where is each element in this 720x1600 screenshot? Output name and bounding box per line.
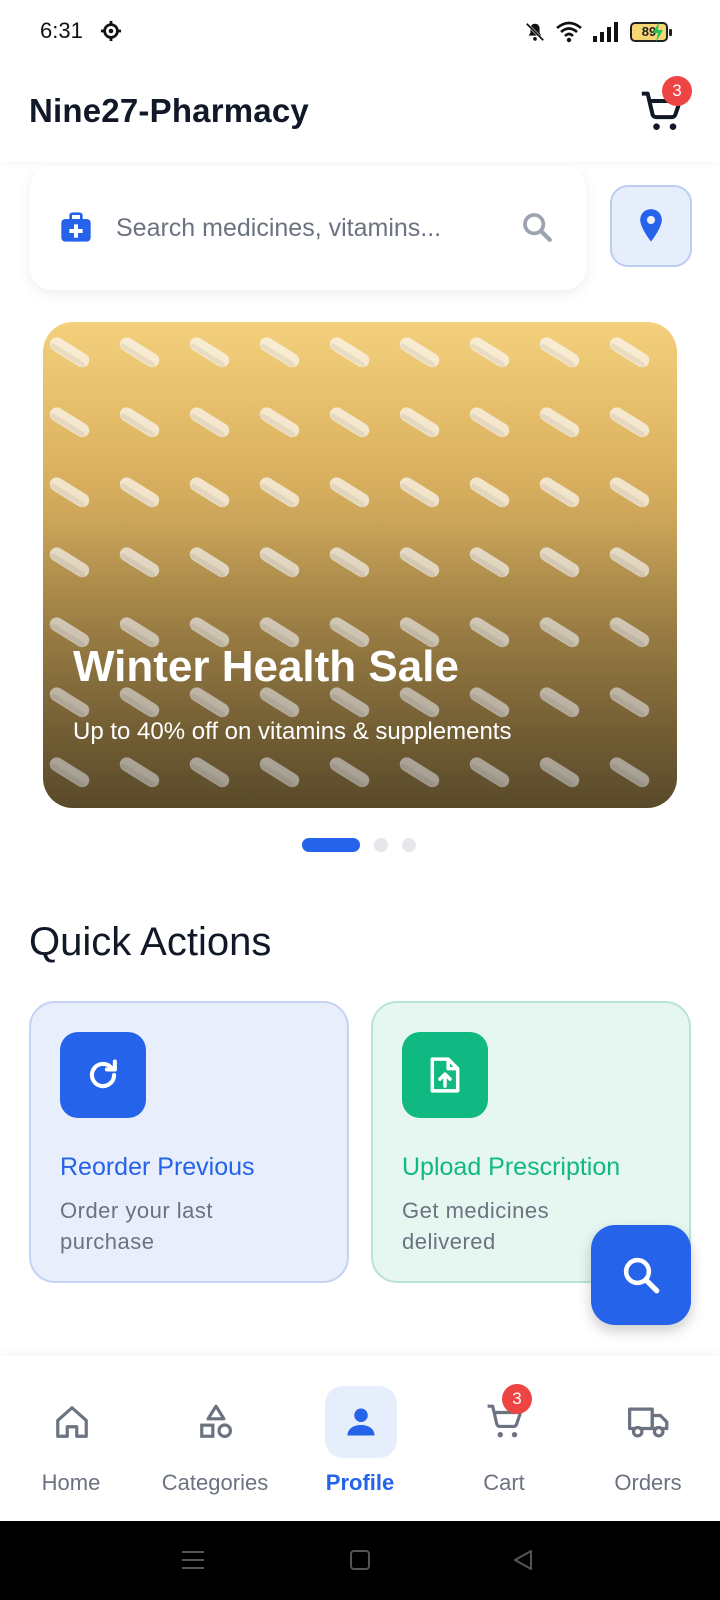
carousel-indicator [302, 838, 416, 852]
banner-title: Winter Health Sale [73, 642, 459, 691]
nav-label-home: Home [41, 1470, 101, 1495]
home-square-icon[interactable] [349, 1549, 371, 1571]
nav-item-categories[interactable]: Categories [145, 1386, 285, 1506]
carousel-dot[interactable] [374, 838, 388, 852]
medical-kit-icon [61, 212, 91, 242]
search-icon [623, 1257, 660, 1294]
reorder-icon-tile [60, 1032, 146, 1118]
location-pin-icon [640, 209, 662, 242]
search-bar [30, 166, 586, 290]
menu-icon[interactable] [181, 1548, 205, 1572]
cart-nav-badge: 3 [502, 1384, 532, 1414]
nav-item-home[interactable]: Home [1, 1386, 141, 1506]
location-button[interactable] [610, 185, 692, 267]
file-upload-icon [430, 1057, 460, 1093]
app-bar: Nine27-Pharmacy 3 [0, 64, 720, 162]
header-cart-button[interactable]: 3 [640, 76, 692, 134]
cart-badge: 3 [662, 76, 692, 106]
mute-icon [525, 22, 545, 42]
charging-bolt-icon [653, 22, 663, 42]
app-title: Nine27-Pharmacy [29, 92, 309, 129]
person-icon [347, 1408, 375, 1436]
banner-subtitle: Up to 40% off on vitamins & supplements [73, 718, 512, 745]
reorder-previous-card[interactable]: Reorder Previous Order your last purchas… [29, 1001, 349, 1283]
nav-label-profile: Profile [325, 1470, 395, 1495]
nav-label-categories: Categories [161, 1470, 269, 1495]
signal-icon [593, 22, 618, 42]
nav-item-cart[interactable]: 3 Cart [434, 1384, 574, 1506]
nav-label-cart: Cart [483, 1470, 525, 1495]
quick-actions-heading: Quick Actions [29, 920, 272, 964]
settings-gear-icon [100, 20, 122, 42]
categories-icon [200, 1404, 232, 1438]
truck-icon [628, 1407, 669, 1438]
status-time: 6:31 [40, 18, 83, 43]
bottom-navigation: Home Categories Profile 3 Cart Orders [0, 1356, 720, 1521]
back-icon[interactable] [511, 1548, 535, 1572]
refresh-icon [89, 1059, 117, 1089]
nav-item-orders[interactable]: Orders [578, 1386, 718, 1506]
search-input[interactable] [116, 204, 496, 252]
nav-label-orders: Orders [614, 1470, 682, 1495]
home-icon [56, 1406, 88, 1438]
reorder-description: Order your last purchase [60, 1198, 213, 1254]
promo-banner[interactable]: Winter Health Sale Up to 40% off on vita… [43, 322, 677, 808]
nav-item-profile[interactable]: Profile [290, 1386, 430, 1506]
search-fab-button[interactable] [591, 1225, 691, 1325]
reorder-title: Reorder Previous [60, 1153, 255, 1181]
carousel-dot[interactable] [402, 838, 416, 852]
system-navigation-bar [0, 1521, 720, 1600]
search-icon[interactable] [520, 210, 554, 244]
upload-prescription-title: Upload Prescription [402, 1153, 621, 1181]
upload-icon-tile [402, 1032, 488, 1118]
carousel-dot-active[interactable] [302, 838, 360, 852]
status-bar: 6:31 89 [0, 0, 720, 64]
wifi-icon [556, 21, 582, 43]
